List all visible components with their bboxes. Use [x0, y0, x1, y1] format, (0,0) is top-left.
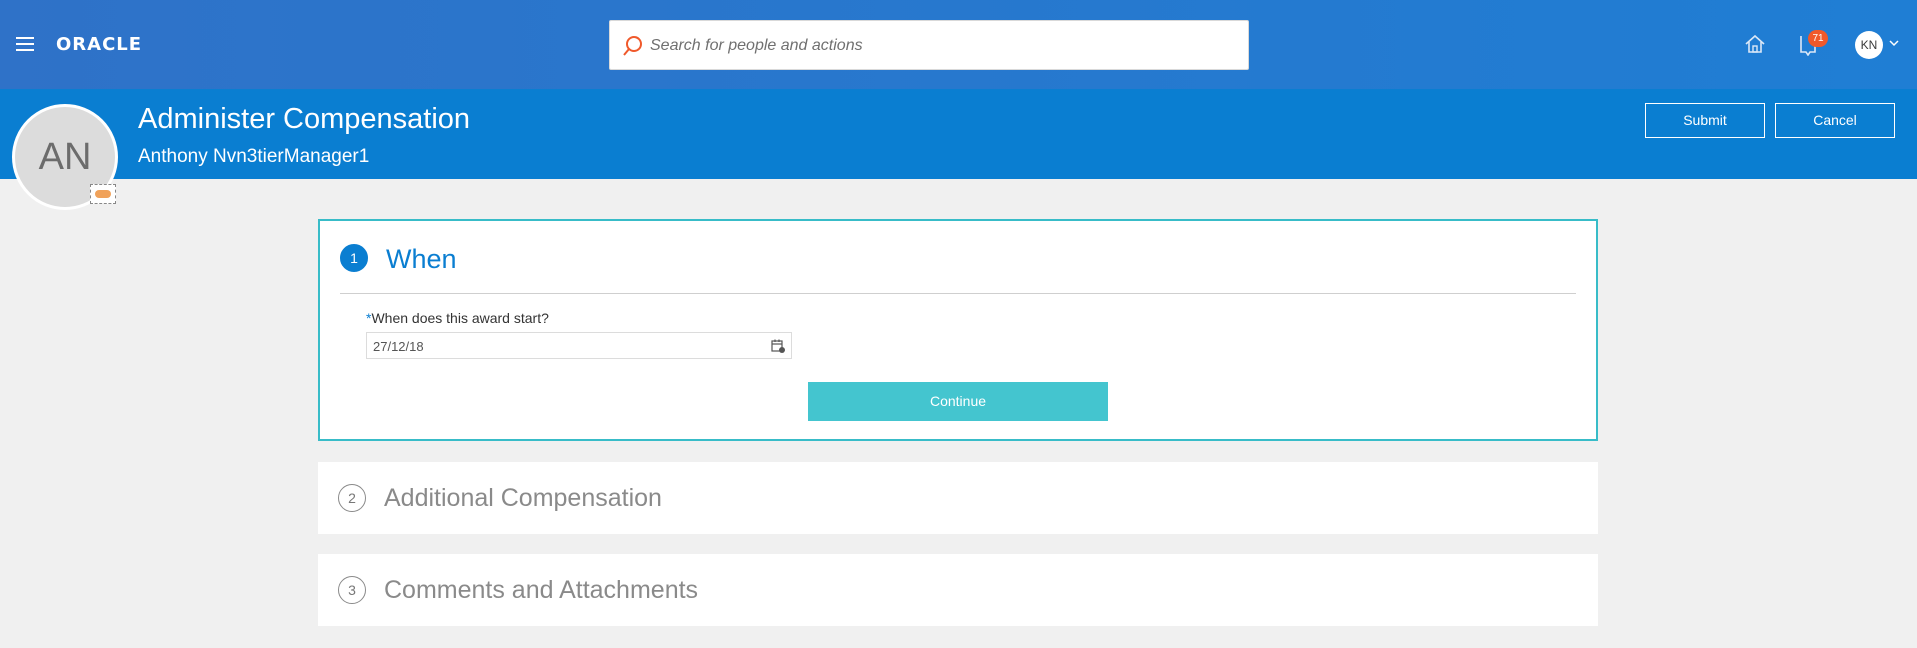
home-icon[interactable]: [1744, 34, 1766, 54]
person-name: Anthony Nvn3tierManager1: [138, 146, 370, 167]
submit-button[interactable]: Submit: [1645, 103, 1765, 138]
calendar-icon[interactable]: [771, 339, 785, 353]
global-header: ORACLE 71 KN: [0, 0, 1917, 89]
global-search[interactable]: [609, 20, 1249, 70]
oracle-logo: ORACLE: [56, 34, 143, 55]
menu-icon[interactable]: [16, 37, 34, 51]
step-title: Comments and Attachments: [384, 576, 699, 604]
award-start-label: *When does this award start?: [366, 310, 549, 326]
step-comments-attachments-card[interactable]: 3 Comments and Attachments: [318, 554, 1598, 626]
award-start-date-input[interactable]: [373, 337, 753, 355]
step-number: 3: [338, 576, 366, 604]
page-title: Administer Compensation: [138, 103, 471, 135]
cancel-button[interactable]: Cancel: [1775, 103, 1895, 138]
notification-count-badge: 71: [1808, 30, 1828, 47]
award-start-label-text: When does this award start?: [371, 310, 549, 326]
step-title: When: [386, 244, 457, 274]
search-input[interactable]: [650, 31, 1230, 61]
availability-status-icon: [90, 184, 116, 204]
award-start-date-field[interactable]: [366, 332, 792, 359]
step-number: 2: [338, 484, 366, 512]
search-icon: [623, 36, 642, 56]
chevron-down-icon: [1889, 40, 1899, 47]
step-title: Additional Compensation: [384, 484, 662, 512]
step-additional-compensation-card[interactable]: 2 Additional Compensation: [318, 462, 1598, 534]
step-when-card: 1 When *When does this award start? Cont…: [318, 219, 1598, 441]
divider: [340, 293, 1576, 294]
step-number: 1: [340, 244, 368, 272]
continue-button[interactable]: Continue: [808, 382, 1108, 421]
user-avatar: KN: [1855, 31, 1883, 59]
